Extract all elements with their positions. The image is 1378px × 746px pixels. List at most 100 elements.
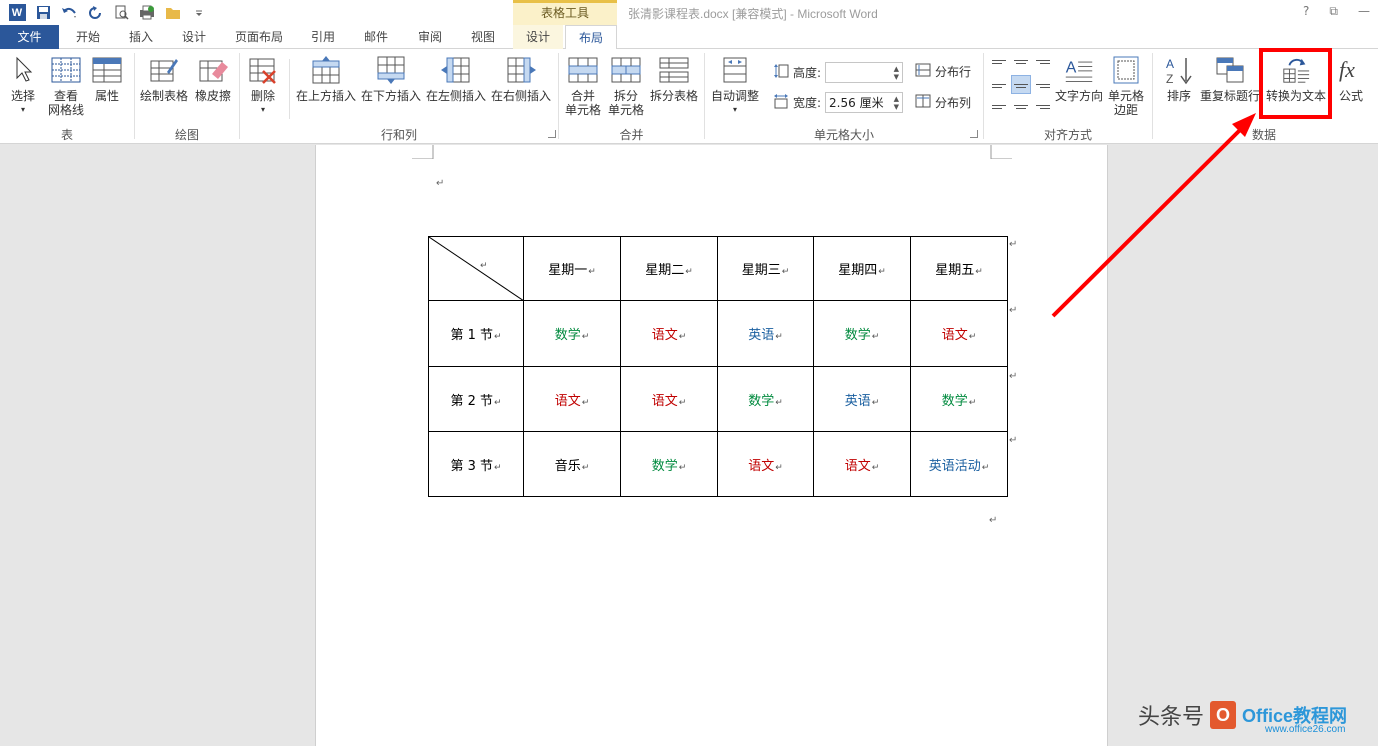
tab-references[interactable]: 引用	[298, 25, 348, 49]
align-bottom-left-icon[interactable]	[990, 97, 1008, 114]
table-header-cell[interactable]: 星期四↵	[813, 236, 911, 301]
split-cells-button[interactable]: 拆分 单元格	[608, 55, 644, 117]
tab-table-design[interactable]: 设计	[513, 25, 563, 49]
cell-end-mark: ↵	[968, 397, 977, 408]
table-cell[interactable]: 数学↵	[910, 366, 1008, 432]
row-label-cell[interactable]: 第 1 节↵	[428, 300, 524, 367]
table-cell[interactable]: 数学↵	[523, 300, 621, 367]
insert-row-below-icon	[376, 55, 406, 85]
schedule-table[interactable]: ↵ 星期一↵ 星期二↵ 星期三↵ 星期四↵ 星期五↵ 第 1 节↵ 数学↵ 语文↵ 英语↵ 数学↵ 语…	[428, 236, 1008, 497]
spinner-arrows-icon[interactable]: ▲ ▼	[894, 95, 899, 111]
autofit-button[interactable]: 自动调整 ▾	[711, 55, 759, 117]
tab-view[interactable]: 视图	[458, 25, 508, 49]
word-app-icon[interactable]: W	[6, 3, 28, 22]
distribute-columns-button[interactable]: 分布列	[915, 94, 971, 111]
row-label-cell[interactable]: 第 3 节↵	[428, 431, 524, 497]
diagonal-header-cell[interactable]: ↵	[428, 236, 524, 301]
table-cell[interactable]: 语文↵	[813, 431, 911, 497]
table-cell[interactable]: 语文↵	[910, 300, 1008, 367]
save-icon[interactable]	[32, 3, 54, 22]
svg-text:A: A	[1166, 57, 1174, 71]
ribbon-display-button[interactable]: ⧉	[1329, 4, 1338, 19]
table-cell[interactable]: 语文↵	[620, 366, 718, 432]
insert-above-button[interactable]: 在上方插入	[296, 55, 356, 103]
table-cell[interactable]: 英语活动↵	[910, 431, 1008, 497]
table-header-cell[interactable]: 星期二↵	[620, 236, 718, 301]
customize-qat-icon[interactable]	[188, 3, 210, 22]
cell-end-mark: ↵	[775, 462, 783, 473]
insert-row-above-icon	[311, 55, 341, 85]
align-bottom-center-icon[interactable]	[1012, 97, 1030, 114]
alignment-group-label: 对齐方式	[1043, 128, 1092, 142]
cell-size-group-label: 单元格大小	[813, 128, 874, 142]
help-button[interactable]: ?	[1303, 4, 1309, 19]
view-gridlines-button[interactable]: 查看 网格线	[48, 55, 84, 117]
spinner-arrows-icon[interactable]: ▲ ▼	[894, 65, 899, 81]
split-table-icon	[659, 55, 689, 85]
split-table-button[interactable]: 拆分表格	[650, 55, 698, 103]
table-header-cell[interactable]: 星期五↵	[910, 236, 1008, 301]
tab-insert[interactable]: 插入	[116, 25, 166, 49]
distribute-rows-button[interactable]: 分布行	[915, 63, 971, 80]
quick-print-icon[interactable]	[136, 3, 158, 22]
tab-file[interactable]: 文件	[0, 25, 59, 49]
table-cell[interactable]: 语文↵	[523, 366, 621, 432]
print-preview-icon[interactable]	[110, 3, 132, 22]
cell-margins-button[interactable]: 单元格 边距	[1108, 55, 1144, 117]
formula-button[interactable]: fx 公式	[1336, 55, 1366, 103]
row-label-cell[interactable]: 第 2 节↵	[428, 366, 524, 432]
table-cell[interactable]: 数学↵	[813, 300, 911, 367]
cell-end-mark: ↵	[981, 462, 990, 473]
table-tools-contextual-header: 表格工具	[513, 0, 617, 25]
tab-home[interactable]: 开始	[62, 25, 114, 49]
align-middle-right-icon[interactable]	[1034, 76, 1052, 93]
select-button[interactable]: 选择 ▾	[8, 55, 38, 117]
properties-button[interactable]: 属性	[92, 55, 122, 103]
row-end-mark: ↵	[1009, 435, 1018, 446]
document-area: ↵ ↵ 星期一↵ 星期二↵ 星期三↵ 星期四↵ 星期五↵ 第 1 节↵ 数学↵ 语文↵ 英语↵ 数学…	[0, 145, 1378, 746]
align-middle-center-icon[interactable]	[1011, 75, 1031, 94]
delete-button[interactable]: 删除 ▾	[248, 55, 278, 117]
insert-below-button[interactable]: 在下方插入	[361, 55, 421, 103]
align-top-center-icon[interactable]	[1012, 55, 1030, 72]
cell-end-mark: ↵	[685, 267, 693, 277]
cell-end-mark: ↵	[678, 397, 687, 408]
open-folder-icon[interactable]	[162, 3, 184, 22]
margin-corner-mark	[412, 145, 434, 159]
eraser-button[interactable]: 橡皮擦	[195, 55, 231, 103]
table-cell[interactable]: 英语↵	[717, 300, 814, 367]
draw-table-button[interactable]: 绘制表格	[140, 55, 188, 103]
tab-mailings[interactable]: 邮件	[350, 25, 402, 49]
tab-design[interactable]: 设计	[168, 25, 220, 49]
align-bottom-right-icon[interactable]	[1034, 97, 1052, 114]
text-direction-button[interactable]: A 文字方向	[1055, 55, 1103, 103]
table-header-cell[interactable]: 星期三↵	[717, 236, 814, 301]
ribbon: 选择 ▾ 查看 网格线 属性 表 绘制表格 橡皮擦 绘图 删除 ▾ 在上方插入 …	[0, 49, 1378, 144]
tab-review[interactable]: 审阅	[404, 25, 456, 49]
tab-table-layout[interactable]: 布局	[565, 25, 617, 50]
table-cell[interactable]: 数学↵	[620, 431, 718, 497]
align-middle-left-icon[interactable]	[990, 76, 1008, 93]
table-cell[interactable]: 英语↵	[813, 366, 911, 432]
cell-end-mark: ↵	[494, 397, 502, 408]
align-top-left-icon[interactable]	[990, 55, 1008, 72]
cell-end-mark: ↵	[871, 462, 880, 473]
repeat-header-rows-button[interactable]: 重复标题行	[1200, 55, 1260, 103]
align-top-right-icon[interactable]	[1034, 55, 1052, 72]
insert-left-button[interactable]: 在左侧插入	[426, 55, 486, 103]
height-spinner[interactable]: ▲ ▼	[825, 62, 904, 83]
sort-button[interactable]: AZ 排序	[1164, 55, 1194, 103]
table-cell[interactable]: 语文↵	[620, 300, 718, 367]
insert-right-button[interactable]: 在右侧插入	[491, 55, 551, 103]
undo-icon[interactable]	[58, 3, 80, 22]
redo-icon[interactable]	[84, 3, 106, 22]
table-header-cell[interactable]: 星期一↵	[523, 236, 621, 301]
table-cell[interactable]: 语文↵	[717, 431, 814, 497]
distribute-rows-icon	[915, 63, 931, 80]
tab-page-layout[interactable]: 页面布局	[222, 25, 296, 49]
table-cell[interactable]: 数学↵	[717, 366, 814, 432]
minimize-button[interactable]: —	[1358, 4, 1370, 19]
table-cell[interactable]: 音乐↵	[523, 431, 621, 497]
width-spinner[interactable]: 2.56 厘米 ▲ ▼	[825, 92, 904, 113]
merge-cells-button[interactable]: 合并 单元格	[565, 55, 601, 117]
